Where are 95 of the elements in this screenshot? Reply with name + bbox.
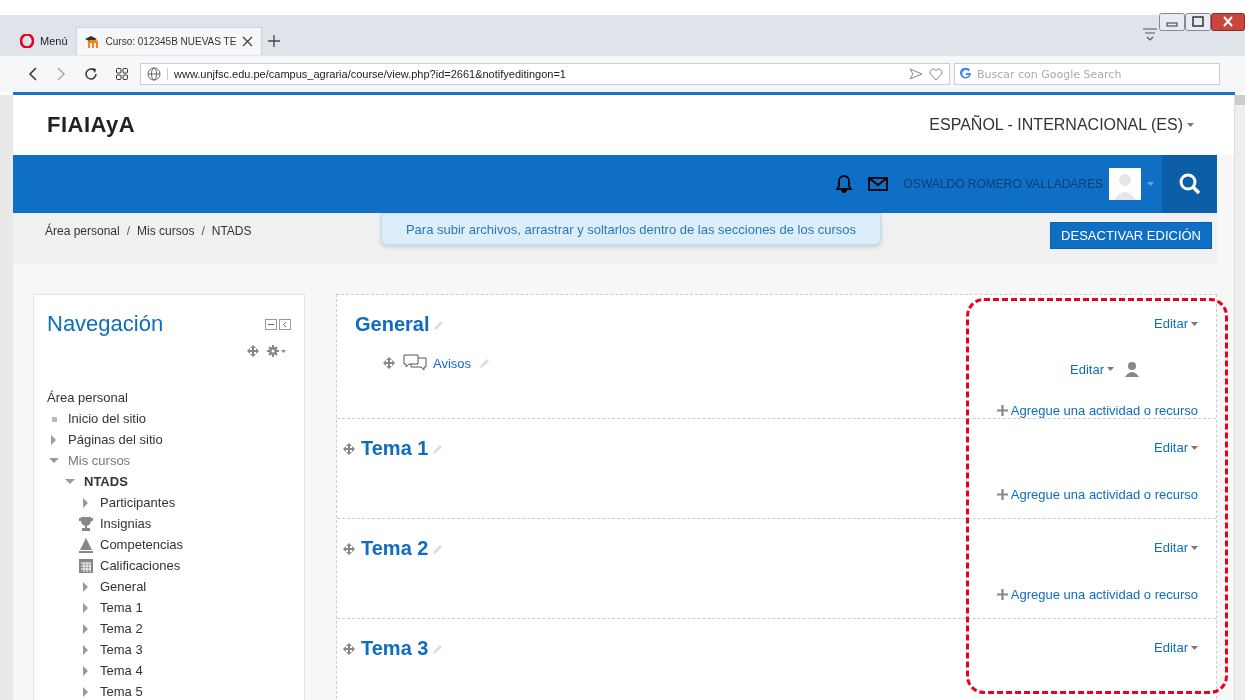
- caret-icon: [1191, 645, 1198, 650]
- add-activity-link[interactable]: Agregue una actividad o recurso: [996, 403, 1198, 418]
- expand-caret-icon[interactable]: [81, 623, 91, 634]
- caret-icon: [1187, 123, 1194, 127]
- nav-item[interactable]: NTADS: [84, 474, 128, 489]
- move-icon[interactable]: [343, 442, 355, 455]
- move-icon[interactable]: [343, 642, 355, 655]
- caret-icon: [1191, 445, 1198, 450]
- move-icon[interactable]: [247, 345, 259, 357]
- user-icon[interactable]: [1124, 361, 1140, 377]
- site-logo[interactable]: FIAIAyA: [47, 112, 136, 138]
- nav-item[interactable]: Participantes: [100, 495, 176, 510]
- expand-caret-icon[interactable]: [81, 686, 91, 697]
- nav-item[interactable]: Tema 4: [100, 663, 143, 678]
- plus-icon: [996, 405, 1008, 416]
- nav-item[interactable]: General: [100, 579, 147, 594]
- heart-icon[interactable]: [929, 67, 943, 81]
- nav-item[interactable]: Tema 3: [100, 642, 143, 657]
- mortarboard-icon: [84, 35, 100, 48]
- expand-caret-icon[interactable]: [81, 602, 91, 613]
- plus-icon: [996, 489, 1008, 500]
- nav-item[interactable]: Tema 5: [100, 684, 143, 699]
- nav-item[interactable]: Mis cursos: [68, 453, 131, 468]
- nav-item[interactable]: Área personal: [47, 390, 128, 405]
- edit-menu[interactable]: Editar: [1154, 640, 1198, 655]
- browser-logo-icon: [20, 34, 34, 48]
- block-title: Navegación: [47, 311, 164, 337]
- expand-caret-icon[interactable]: [81, 644, 91, 655]
- dock-icons[interactable]: [265, 318, 291, 330]
- move-icon[interactable]: [343, 542, 355, 555]
- address-field[interactable]: www.unjfsc.edu.pe/campus_agraria/course/view.php?id=2661&notifyeditingon=1: [140, 63, 950, 85]
- browser-tab[interactable]: Menú: [12, 27, 76, 55]
- move-icon[interactable]: [383, 357, 395, 369]
- maximize-icon[interactable]: [1185, 13, 1211, 31]
- breadcrumb-separator: /: [201, 224, 205, 238]
- close-icon[interactable]: [1211, 13, 1245, 31]
- nav-item[interactable]: Tema 1: [100, 600, 143, 615]
- activity-link[interactable]: Avisos: [433, 355, 472, 371]
- section-title[interactable]: General: [355, 313, 430, 336]
- add-activity-link[interactable]: Agregue una actividad o recurso: [996, 487, 1198, 502]
- nav-item[interactable]: Tema 2: [100, 621, 143, 636]
- nav-item[interactable]: Inicio del sitio: [68, 411, 147, 426]
- section-title[interactable]: Tema 1: [361, 437, 429, 460]
- edit-menu[interactable]: Editar: [1154, 316, 1198, 331]
- globe-icon: [147, 67, 161, 81]
- breadcrumb-link[interactable]: Área personal: [45, 224, 120, 238]
- forward-icon[interactable]: [56, 67, 66, 81]
- expand-caret-icon[interactable]: [81, 497, 91, 508]
- breadcrumb-link[interactable]: Mis cursos: [137, 224, 195, 238]
- bell-icon[interactable]: [835, 175, 852, 193]
- mail-icon[interactable]: [867, 177, 888, 191]
- search-button[interactable]: [1162, 155, 1217, 213]
- minimize-icon[interactable]: [1159, 13, 1185, 31]
- expand-caret-icon[interactable]: [49, 434, 59, 445]
- avatar-icon: [1109, 168, 1141, 200]
- table-icon: [78, 557, 94, 574]
- nav-item[interactable]: Insignias: [100, 516, 152, 531]
- new-tab-icon[interactable]: [268, 35, 281, 47]
- tab-menu-icon[interactable]: [1143, 27, 1157, 41]
- section-title[interactable]: Tema 2: [361, 537, 429, 560]
- edit-menu[interactable]: Editar: [1154, 540, 1198, 555]
- search-icon: [1178, 173, 1201, 195]
- notice-tooltip: Para subir archivos, arrastrar y soltarlos dentro de las secciones de los cursos: [381, 213, 881, 245]
- search-field[interactable]: Buscar con Google Search: [954, 63, 1220, 85]
- breadcrumb-separator: /: [126, 224, 131, 238]
- close-icon[interactable]: [242, 36, 254, 47]
- language-menu[interactable]: ESPAÑOL - INTERNACIONAL (ES): [929, 116, 1194, 134]
- send-icon[interactable]: [909, 68, 923, 80]
- gear-icon[interactable]: [267, 345, 287, 357]
- edit-mode-button[interactable]: DESACTIVAR EDICIÓN: [1050, 222, 1212, 249]
- breadcrumb-link[interactable]: NTADS: [211, 224, 252, 238]
- expand-caret-icon[interactable]: [81, 665, 91, 676]
- caret-icon: [1107, 367, 1114, 371]
- edit-menu[interactable]: Editar: [1154, 440, 1198, 455]
- expand-caret-icon[interactable]: [65, 476, 75, 487]
- caret-icon: [1147, 182, 1154, 186]
- scrollbar[interactable]: [1234, 95, 1245, 700]
- add-activity-link[interactable]: Agregue una actividad o recurso: [996, 587, 1198, 602]
- nav-item[interactable]: Competencias: [100, 537, 184, 552]
- caret-icon: [1191, 321, 1198, 326]
- nav-item[interactable]: Calificaciones: [100, 558, 181, 573]
- back-icon[interactable]: [28, 67, 38, 81]
- pyramid-icon: [78, 536, 94, 553]
- expand-caret-icon[interactable]: [81, 581, 91, 592]
- trophy-icon: [78, 515, 94, 532]
- forum-icon: [403, 354, 427, 372]
- caret-icon: [1191, 545, 1198, 550]
- edit-menu[interactable]: Editar: [1070, 361, 1114, 377]
- plus-icon: [996, 589, 1008, 600]
- browser-tab[interactable]: Curso: 012345B NUEVAS TE: [75, 27, 263, 55]
- expand-caret-icon[interactable]: [49, 455, 59, 466]
- reload-icon[interactable]: [84, 67, 98, 81]
- nav-item[interactable]: Páginas del sitio: [68, 432, 163, 447]
- grid-icon[interactable]: [116, 68, 128, 80]
- section-title[interactable]: Tema 3: [361, 637, 429, 660]
